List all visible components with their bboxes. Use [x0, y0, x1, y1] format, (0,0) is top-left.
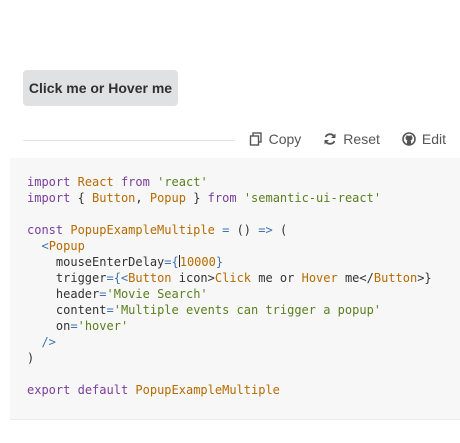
code-token: PopupExampleMultiple: [70, 223, 215, 237]
code-token: import: [27, 175, 71, 189]
code-token: me or: [251, 271, 302, 285]
code-token: me</: [337, 271, 374, 285]
code-token: Popup: [149, 191, 186, 205]
code-token: content: [55, 303, 107, 317]
code-token: =>: [258, 223, 273, 237]
code-token: Click: [214, 271, 252, 285]
code-token: =: [222, 223, 230, 237]
code-line-7: trigger={<Button icon>Click me or Hover …: [27, 271, 432, 285]
code-token: <: [41, 239, 49, 253]
demo-popup-trigger-button[interactable]: Click me or Hover me: [23, 70, 178, 106]
section-divider: [23, 140, 235, 141]
code-editor[interactable]: import React from 'react' import { Butto…: [10, 158, 460, 420]
copy-label: Copy: [268, 131, 302, 147]
code-line-4: const PopupExampleMultiple = () => (: [27, 223, 287, 237]
code-token: />: [41, 335, 56, 349]
code-token: trigger: [55, 271, 107, 285]
code-token: >}: [417, 271, 432, 285]
code-block[interactable]: import React from 'react' import { Butto…: [27, 174, 432, 398]
code-token: from: [207, 191, 237, 205]
code-token: =: [106, 303, 114, 317]
code-line-2: import { Button, Popup } from 'semantic-…: [27, 191, 381, 205]
code-line-9: content='Multiple events can trigger a p…: [27, 303, 381, 317]
code-token: }: [215, 255, 224, 269]
reset-button[interactable]: Reset: [323, 131, 380, 147]
code-toolbar: Copy Reset Edit: [249, 131, 446, 147]
github-icon: [402, 132, 416, 146]
edit-button[interactable]: Edit: [402, 131, 446, 147]
code-token: ): [27, 351, 35, 365]
code-line-10: on='hover': [27, 319, 128, 333]
code-token: =: [70, 319, 78, 333]
code-token: (: [279, 223, 288, 237]
code-token: on: [55, 319, 71, 333]
page-bottom: [10, 420, 460, 443]
code-token: Hover: [301, 271, 338, 285]
code-token: Button: [128, 271, 172, 285]
code-token: 'hover': [77, 319, 129, 333]
code-token: React: [77, 175, 114, 189]
code-token: export: [27, 383, 71, 397]
code-token: (): [236, 223, 252, 237]
code-token: 'Multiple events can trigger a popup': [113, 303, 382, 317]
code-token: ={<: [106, 271, 129, 285]
code-token: }: [185, 191, 201, 205]
code-line-5: <Popup: [27, 239, 85, 253]
code-token: mouseEnterDelay: [55, 255, 165, 269]
code-token: header: [55, 287, 100, 301]
code-token: =: [99, 287, 107, 301]
code-token: {: [77, 191, 93, 205]
code-token: 'Movie Search': [106, 287, 208, 301]
code-token: icon>: [171, 271, 215, 285]
code-token: ={: [164, 255, 179, 269]
copy-button[interactable]: Copy: [249, 131, 302, 147]
code-line-14: export default PopupExampleMultiple: [27, 383, 280, 397]
code-token: 10000: [179, 255, 216, 269]
code-token: from: [120, 175, 150, 189]
code-token: default: [77, 383, 129, 397]
code-line-6: mouseEnterDelay={10000}: [27, 255, 223, 269]
code-token: Popup: [48, 239, 85, 253]
code-line-1: import React from 'react': [27, 175, 208, 189]
code-token: ,: [135, 191, 150, 205]
code-token: PopupExampleMultiple: [135, 383, 280, 397]
code-token: const: [27, 223, 64, 237]
edit-label: Edit: [421, 131, 446, 147]
refresh-icon: [323, 132, 337, 146]
reset-label: Reset: [343, 131, 380, 147]
code-token: Button: [373, 271, 418, 285]
copy-icon: [249, 132, 263, 146]
code-line-11: />: [27, 335, 56, 349]
code-token: 'react': [157, 175, 208, 189]
code-token: import: [27, 191, 71, 205]
code-line-8: header='Movie Search': [27, 287, 208, 301]
code-token: 'semantic-ui-react': [243, 191, 382, 205]
code-token: Button: [92, 191, 136, 205]
code-line-12: ): [27, 351, 34, 365]
